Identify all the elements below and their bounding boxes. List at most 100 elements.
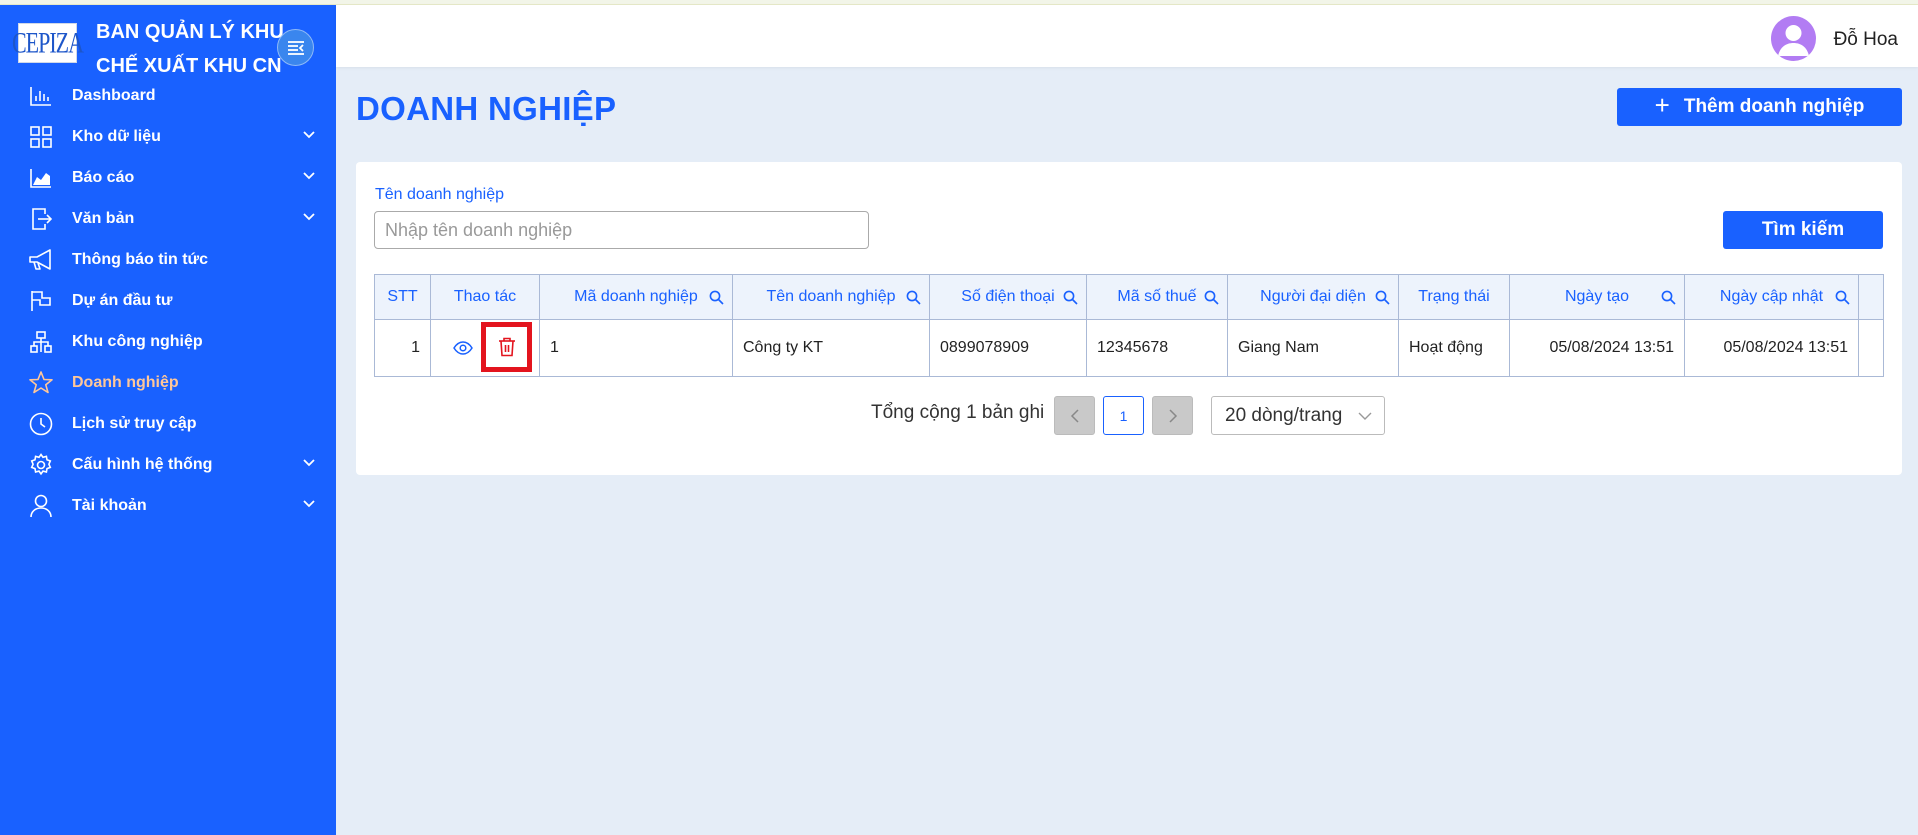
brand-line-1: BAN QUẢN LÝ KHU — [96, 21, 284, 43]
col-header-label: Thao tác — [453, 288, 517, 305]
sidebar-item-thong-bao-tin-tuc[interactable]: Thông báo tin tức — [0, 239, 336, 280]
star-icon — [28, 370, 54, 396]
sidebar-item-label: Lịch sử truy cập — [72, 414, 197, 432]
chevron-down-icon — [303, 500, 315, 508]
sidebar-item-label: Văn bản — [72, 209, 135, 227]
cell-ma-so-thue: 12345678 — [1086, 319, 1228, 377]
pagination-total: Tổng cộng 1 bản ghi — [871, 402, 1045, 423]
eye-icon[interactable] — [453, 340, 473, 356]
cell-ngay-cap-nhat: 05/08/2024 13:51 — [1684, 319, 1859, 377]
add-enterprise-label: Thêm doanh nghiệp — [1683, 96, 1865, 117]
col-header-stt: STT — [374, 274, 431, 320]
brand-title: BAN QUẢN LÝ KHU CHẾ XUẤT KHU CN — [96, 15, 296, 83]
col-header-ma-doanh-nghiep: Mã doanh nghiệp — [539, 274, 733, 320]
table-header-row: STT Thao tác Mã doanh nghiệp Tên doanh n… — [374, 274, 1884, 320]
user-avatar-icon — [1778, 25, 1809, 56]
cell-actions — [430, 319, 540, 377]
megaphone-icon — [28, 247, 54, 273]
search-icon[interactable] — [906, 290, 921, 305]
search-button[interactable]: Tìm kiếm — [1723, 211, 1883, 249]
area-chart-icon — [28, 165, 54, 191]
col-header-label: STT — [387, 288, 418, 305]
sidebar-item-khu-cong-nghiep[interactable]: Khu công nghiệp — [0, 321, 336, 362]
document-export-icon — [28, 206, 54, 232]
sidebar-toggle-button[interactable] — [277, 29, 314, 66]
sidebar-item-van-ban[interactable]: Văn bản — [0, 198, 336, 239]
search-icon[interactable] — [1063, 290, 1078, 305]
search-icon[interactable] — [1375, 290, 1390, 305]
plus-icon: + — [1654, 90, 1670, 120]
col-header-ma-so-thue: Mã số thuế — [1086, 274, 1228, 320]
sidebar-item-du-an-dau-tu[interactable]: Dự án đầu tư — [0, 280, 336, 321]
bar-chart-icon — [28, 83, 54, 109]
app-logo: CEPIZA — [12, 23, 84, 63]
page-size-select[interactable]: 20 dòng/trang — [1211, 396, 1385, 435]
col-header-ngay-tao: Ngày tạo — [1509, 274, 1685, 320]
pagination-next-button[interactable] — [1152, 396, 1193, 435]
col-header-label: Người đại diện — [1260, 288, 1366, 305]
sidebar-item-label: Dự án đầu tư — [72, 291, 173, 309]
cluster-icon — [28, 329, 54, 355]
chevron-down-icon — [303, 172, 315, 180]
sidebar-item-dashboard[interactable]: Dashboard — [0, 75, 336, 116]
sidebar-item-lich-su-truy-cap[interactable]: Lịch sử truy cập — [0, 403, 336, 444]
sidebar-item-label: Khu công nghiệp — [72, 332, 203, 350]
sidebar-item-cau-hinh-he-thong[interactable]: Cấu hình hệ thống — [0, 444, 336, 485]
flag-icon — [28, 288, 54, 314]
sidebar-item-kho-du-lieu[interactable]: Kho dữ liệu — [0, 116, 336, 157]
col-header-ten-doanh-nghiep: Tên doanh nghiệp — [732, 274, 930, 320]
col-header-label: Số điện thoại — [961, 288, 1055, 305]
sidebar-item-label: Dashboard — [72, 86, 156, 104]
top-header: Đỗ Hoa — [336, 5, 1918, 67]
status-badge: Hoạt động — [1398, 319, 1510, 377]
col-header-label: Mã doanh nghiệp — [574, 288, 698, 305]
user-name[interactable]: Đỗ Hoa — [1834, 29, 1898, 51]
search-icon[interactable] — [709, 290, 724, 305]
avatar[interactable] — [1771, 16, 1816, 61]
chevron-down-icon — [303, 213, 315, 221]
logo-text: CEPIZA — [12, 25, 84, 60]
sidebar-item-label: Thông báo tin tức — [72, 250, 209, 268]
chevron-left-icon — [1070, 408, 1079, 423]
page-size-value: 20 dòng/trang — [1225, 404, 1343, 426]
cell-spacer — [1858, 319, 1884, 377]
col-header-so-dien-thoai: Số điện thoại — [929, 274, 1087, 320]
col-header-label: Mã số thuế — [1117, 288, 1197, 305]
pagination-prev-button[interactable] — [1054, 396, 1095, 435]
chevron-down-icon — [303, 131, 315, 139]
cell-stt: 1 — [374, 319, 431, 377]
gear-icon — [28, 452, 54, 478]
sidebar-item-label: Doanh nghiệp — [72, 373, 179, 391]
search-icon[interactable] — [1661, 290, 1676, 305]
sidebar-menu: Dashboard Kho dữ liệu Báo cáo Văn bản Th… — [0, 75, 336, 526]
col-header-spacer — [1858, 274, 1884, 320]
cell-ngay-tao: 05/08/2024 13:51 — [1509, 319, 1685, 377]
col-header-trang-thai: Trạng thái — [1398, 274, 1510, 320]
sidebar-item-label: Kho dữ liệu — [72, 127, 161, 145]
col-header-nguoi-dai-dien: Người đại diện — [1227, 274, 1399, 320]
col-header-label: Tên doanh nghiệp — [766, 288, 896, 305]
col-header-label: Ngày tạo — [1564, 288, 1630, 305]
sidebar-item-label: Báo cáo — [72, 168, 135, 186]
col-header-label: Ngày cập nhật — [1719, 288, 1824, 305]
sidebar-item-bao-cao[interactable]: Báo cáo — [0, 157, 336, 198]
add-enterprise-button[interactable]: + Thêm doanh nghiệp — [1617, 88, 1902, 126]
pagination-page-1[interactable]: 1 — [1103, 396, 1144, 435]
cell-ten-doanh-nghiep: Công ty KT — [732, 319, 930, 377]
sidebar-item-tai-khoan[interactable]: Tài khoản — [0, 485, 336, 526]
sidebar-item-doanh-nghiep[interactable]: Doanh nghiệp — [0, 362, 336, 403]
user-icon — [28, 493, 54, 519]
delete-button[interactable] — [481, 322, 532, 372]
cell-nguoi-dai-dien: Giang Nam — [1227, 319, 1399, 377]
chevron-down-icon — [303, 459, 315, 467]
chevron-right-icon — [1168, 408, 1177, 423]
menu-fold-icon — [287, 40, 304, 55]
search-icon[interactable] — [1204, 290, 1219, 305]
sidebar-item-label: Cấu hình hệ thống — [72, 455, 213, 473]
col-header-label: Trạng thái — [1418, 288, 1490, 305]
enterprise-name-input[interactable] — [374, 211, 869, 249]
col-header-ngay-cap-nhat: Ngày cập nhật — [1684, 274, 1859, 320]
trash-icon — [498, 337, 515, 357]
search-icon[interactable] — [1835, 290, 1850, 305]
sidebar: CEPIZA BAN QUẢN LÝ KHU CHẾ XUẤT KHU CN D… — [0, 5, 336, 835]
